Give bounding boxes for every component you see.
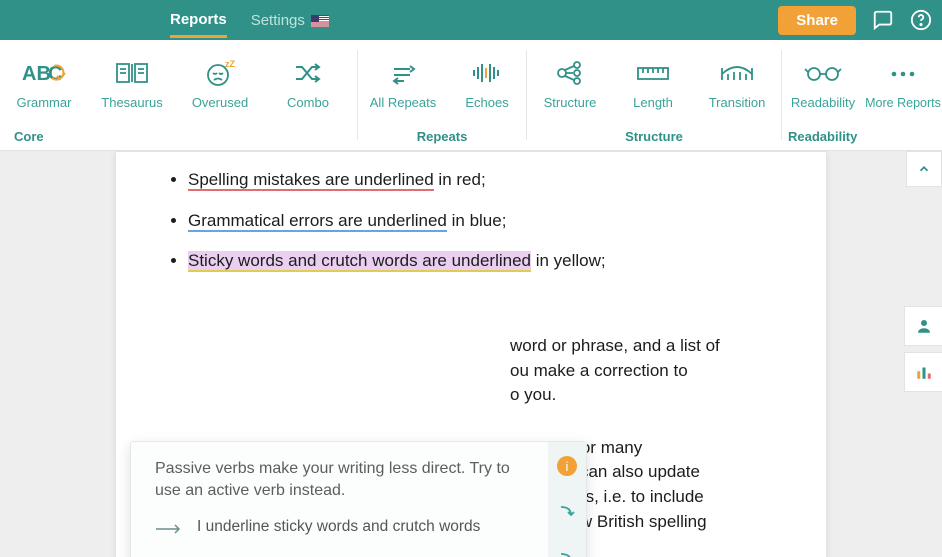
collapse-ribbon-button[interactable] <box>906 151 942 187</box>
sleepy-face-icon: zZ <box>205 59 235 87</box>
svg-text:zZ: zZ <box>225 59 235 69</box>
top-actions: Share <box>778 6 932 35</box>
ribbon-thesaurus[interactable]: Thesaurus <box>88 59 176 110</box>
popup-message: Passive verbs make your writing less dir… <box>155 458 538 501</box>
ribbon-thesaurus-label: Thesaurus <box>101 95 162 110</box>
ribbon-overused-label: Overused <box>192 95 248 110</box>
glasses-icon <box>803 59 843 87</box>
apply-icon[interactable] <box>558 551 576 557</box>
popup-sidebar: i <box>548 442 586 557</box>
bullet-1-rest: in red; <box>434 170 486 189</box>
repeat-icon <box>388 59 418 87</box>
ribbon-items-readability: Readability More Reports <box>782 40 942 129</box>
bullet-2-rest: in blue; <box>447 211 507 230</box>
rail-stats-button[interactable] <box>904 352 942 392</box>
para-1: word or phrase, and a list of ou make a … <box>160 334 782 408</box>
help-icon[interactable] <box>910 9 932 31</box>
ribbon-group-readability: Readability More Reports Readability <box>782 40 942 150</box>
structure-icon <box>555 59 585 87</box>
group-label-repeats: Repeats <box>358 129 526 150</box>
bullet-3-underline[interactable]: Sticky words and crutch words are underl… <box>188 251 531 272</box>
tab-settings-label: Settings <box>251 12 305 29</box>
ribbon-items-structure: Structure Length Transition <box>527 40 781 129</box>
text-frag: o you. <box>510 385 556 404</box>
ribbon-group-core: ABC Grammar Thesaurus zZ Overused Combo … <box>0 40 357 150</box>
ribbon-grammar[interactable]: ABC Grammar <box>0 59 88 110</box>
ribbon-echoes[interactable]: Echoes <box>448 59 526 110</box>
ribbon-echoes-label: Echoes <box>465 95 508 110</box>
bridge-icon <box>719 59 755 87</box>
ribbon-combo[interactable]: Combo <box>264 59 352 110</box>
tab-settings[interactable]: Settings <box>251 3 329 38</box>
book-icon <box>114 59 150 87</box>
share-button[interactable]: Share <box>778 6 856 35</box>
ribbon-grammar-label: Grammar <box>17 95 72 110</box>
suggestion-2[interactable]: I underlined sticky words and crutch wor… <box>155 548 538 557</box>
more-icon <box>889 60 917 88</box>
text-frag: word or phrase, and a list of <box>510 336 720 355</box>
us-flag-icon <box>311 15 329 27</box>
shuffle-icon <box>293 59 323 87</box>
bullet-3: Sticky words and crutch words are underl… <box>188 249 782 274</box>
top-bar: Reports Settings Share <box>0 0 942 40</box>
ribbon-transition[interactable]: Transition <box>693 59 781 110</box>
popup-main: Passive verbs make your writing less dir… <box>131 442 548 557</box>
tab-reports[interactable]: Reports <box>170 3 227 38</box>
group-label-core: Core <box>0 129 357 150</box>
bullet-1: Spelling mistakes are underlined in red; <box>188 168 782 193</box>
text-frag: ou make a correction to <box>510 361 688 380</box>
arrow-right-icon <box>155 520 183 540</box>
bullet-2-underline[interactable]: Grammatical errors are underlined <box>188 211 447 232</box>
ribbon-readability-label: Readability <box>791 95 855 110</box>
svg-text:AB: AB <box>22 63 51 85</box>
ruler-icon <box>636 59 670 87</box>
suggestion-1[interactable]: I underline sticky words and crutch word… <box>155 509 538 548</box>
ribbon-all-repeats-label: All Repeats <box>370 95 436 110</box>
ribbon-structure[interactable]: Structure <box>527 59 613 110</box>
ribbon-combo-label: Combo <box>287 95 329 110</box>
bullet-1-underline[interactable]: Spelling mistakes are underlined <box>188 170 434 191</box>
ribbon-items-repeats: All Repeats Echoes <box>358 40 526 129</box>
editor-area: Spelling mistakes are underlined in red;… <box>0 151 942 557</box>
ribbon-group-structure: Structure Length Transition Structure <box>527 40 781 150</box>
bullet-2: Grammatical errors are underlined in blu… <box>188 209 782 234</box>
group-label-readability: Readability <box>782 129 942 150</box>
ribbon-more-reports[interactable]: More Reports <box>864 60 942 110</box>
ribbon-more-reports-label: More Reports <box>865 96 941 110</box>
ribbon-items-core: ABC Grammar Thesaurus zZ Overused Combo <box>0 40 357 129</box>
ribbon: ABC Grammar Thesaurus zZ Overused Combo … <box>0 40 942 151</box>
ribbon-all-repeats[interactable]: All Repeats <box>358 59 448 110</box>
apply-icon[interactable] <box>558 504 576 523</box>
ribbon-length[interactable]: Length <box>613 59 693 110</box>
ribbon-length-label: Length <box>633 95 673 110</box>
ribbon-overused[interactable]: zZ Overused <box>176 59 264 110</box>
suggestion-popup: Passive verbs make your writing less dir… <box>130 441 587 557</box>
echoes-icon <box>470 59 504 87</box>
top-tabs: Reports Settings <box>170 3 329 38</box>
ribbon-structure-label: Structure <box>544 95 597 110</box>
side-rail <box>904 306 942 392</box>
suggestion-1-text: I underline sticky words and crutch word… <box>197 517 480 537</box>
bullet-3-rest: in yellow; <box>531 251 606 270</box>
group-label-structure: Structure <box>527 129 781 150</box>
feedback-icon[interactable] <box>872 9 894 31</box>
ribbon-group-repeats: All Repeats Echoes Repeats <box>358 40 526 150</box>
grammar-icon: ABC <box>22 59 66 87</box>
tab-reports-label: Reports <box>170 11 227 28</box>
info-icon[interactable]: i <box>557 456 577 476</box>
ribbon-readability[interactable]: Readability <box>782 59 864 110</box>
rail-profile-button[interactable] <box>904 306 942 346</box>
ribbon-transition-label: Transition <box>709 95 766 110</box>
